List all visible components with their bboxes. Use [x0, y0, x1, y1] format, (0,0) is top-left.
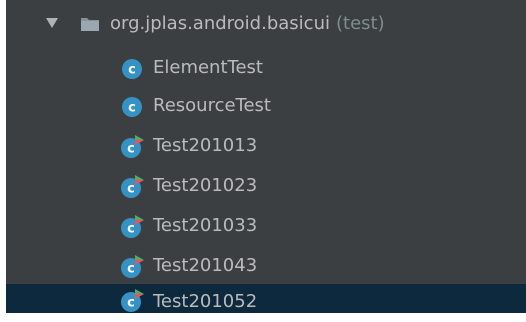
expand-arrow-icon[interactable] [46, 18, 58, 28]
svg-text:c: c [127, 182, 135, 197]
tree-item-resourcetest[interactable]: c ResourceTest [6, 86, 526, 126]
tree-item-label: ElementTest [153, 57, 263, 78]
svg-text:c: c [128, 63, 136, 78]
package-suffix: (test) [335, 13, 385, 34]
test-class-icon: c [121, 135, 144, 158]
test-class-icon: c [121, 215, 144, 238]
tree-item-label: Test201013 [153, 135, 258, 156]
package-label: org.jplas.android.basicui (test) [110, 4, 385, 44]
tree-item-label: Test201023 [153, 175, 258, 196]
tree-item-test201033[interactable]: c Test201033 [6, 206, 526, 246]
tree-item-label: Test201033 [153, 215, 258, 236]
test-class-icon: c [121, 175, 144, 198]
class-icon: c [122, 97, 142, 117]
tree-item-label: ResourceTest [153, 95, 271, 116]
tree-item-test201043[interactable]: c Test201043 [6, 246, 526, 286]
tree-item-elementtest[interactable]: c ElementTest [6, 48, 526, 88]
project-tree-panel: org.jplas.android.basicui (test) c Elemen… [6, 0, 526, 313]
svg-text:c: c [127, 296, 135, 311]
svg-text:c: c [127, 142, 135, 157]
test-class-icon: c [121, 289, 144, 312]
svg-text:c: c [128, 101, 136, 116]
tree-item-test201052[interactable]: c Test201052 [6, 284, 526, 313]
package-name: org.jplas.android.basicui [110, 13, 330, 34]
svg-text:c: c [127, 262, 135, 277]
bottom-border [0, 313, 526, 322]
package-row[interactable]: org.jplas.android.basicui (test) [6, 4, 526, 44]
tree-item-label: Test201043 [153, 255, 258, 276]
package-folder-icon [81, 18, 99, 31]
test-class-icon: c [121, 255, 144, 278]
tree-item-test201023[interactable]: c Test201023 [6, 166, 526, 206]
svg-text:c: c [127, 222, 135, 237]
tree-item-test201013[interactable]: c Test201013 [6, 126, 526, 166]
class-icon: c [122, 59, 142, 79]
